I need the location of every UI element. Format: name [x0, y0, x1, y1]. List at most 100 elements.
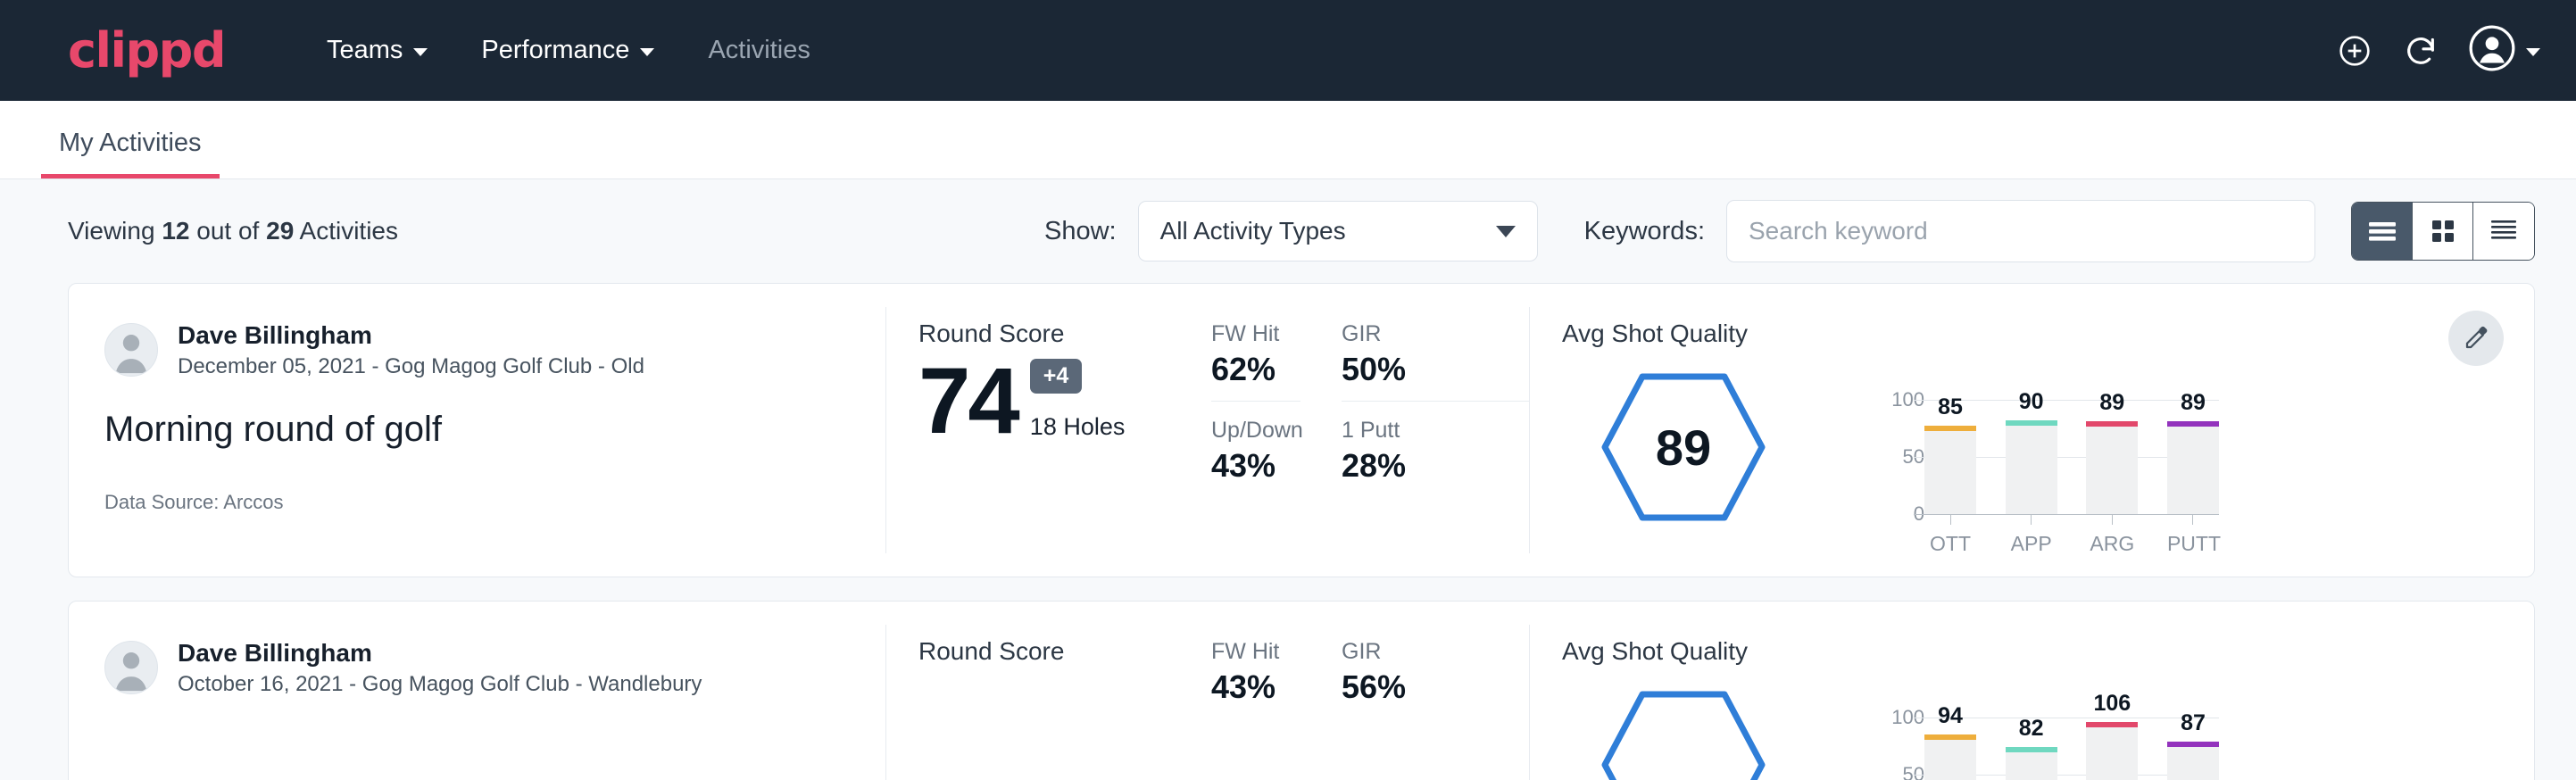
stat-fw-hit: FW Hit 62%	[1211, 319, 1300, 402]
nav-item-teams[interactable]: Teams	[300, 36, 454, 65]
bar-putt	[2167, 421, 2219, 514]
activity-meta: December 05, 2021 - Gog Magog Golf Club …	[178, 354, 644, 379]
player-header: Dave Billingham October 16, 2021 - Gog M…	[104, 637, 864, 697]
activity-type-select[interactable]: All Activity Types	[1138, 201, 1538, 261]
stat-label: FW Hit	[1211, 321, 1300, 347]
bar-cap	[2086, 722, 2138, 727]
player-identity: Dave Billingham December 05, 2021 - Gog …	[178, 319, 644, 379]
bar-column-app: 82	[2006, 718, 2057, 780]
stat-gir: GIR 56%	[1342, 637, 1529, 706]
chart-y-axis: 100 50 0	[1873, 718, 1924, 780]
chevron-down-icon	[1496, 226, 1516, 237]
stats-section: FW Hit 43% GIR 56%	[1199, 602, 1529, 780]
plus-circle-icon[interactable]	[2337, 33, 2372, 69]
data-source: Data Source: Arccos	[104, 491, 864, 514]
stat-gir: GIR 50%	[1342, 319, 1529, 402]
player-identity: Dave Billingham October 16, 2021 - Gog M…	[178, 637, 702, 697]
stat-value: 43%	[1211, 447, 1300, 485]
shot-quality-section: Avg Shot Quality 100 50 0	[1530, 602, 2534, 780]
holes-played: 18 Holes	[1030, 413, 1126, 441]
refresh-icon[interactable]	[2403, 33, 2439, 69]
nav-item-performance[interactable]: Performance	[454, 36, 681, 65]
shot-quality-value	[1601, 691, 1766, 780]
shot-quality-value: 89	[1601, 373, 1766, 521]
player-name: Dave Billingham	[178, 319, 644, 351]
stat-value: 62%	[1211, 351, 1300, 388]
account-menu[interactable]	[2469, 25, 2540, 76]
score-extras: +4 18 Holes	[1030, 359, 1126, 446]
round-score-value-group: 74 +4 18 Holes	[918, 357, 1199, 446]
activity-card[interactable]: Dave Billingham October 16, 2021 - Gog M…	[68, 601, 2535, 780]
bar-column-ott: 94	[1924, 718, 1976, 780]
bar-arg	[2086, 421, 2138, 514]
clippd-logo[interactable]: clippd	[68, 27, 225, 75]
account-avatar-icon	[2469, 25, 2515, 76]
avg-shot-quality-label: Avg Shot Quality	[1562, 637, 2534, 666]
filter-toolbar: Viewing 12 out of 29 Activities Show: Al…	[0, 179, 2576, 283]
view-mode-grid-button[interactable]	[2413, 203, 2473, 260]
activity-card[interactable]: Dave Billingham December 05, 2021 - Gog …	[68, 283, 2535, 577]
stats-grid: FW Hit 62% GIR 50% Up/Down 43% 1 Putt 28…	[1211, 319, 1529, 485]
x-tick-label: OTT	[1924, 532, 1976, 556]
bar-ott	[1924, 426, 1976, 514]
tab-label: My Activities	[59, 129, 202, 157]
x-tick-arg: ARG	[2086, 514, 2138, 556]
bar-value-label: 87	[2167, 710, 2219, 736]
bar-value-label: 94	[1924, 703, 1976, 729]
stat-one-putt: 1 Putt 28%	[1342, 416, 1529, 485]
bar-cap	[2167, 742, 2219, 747]
stat-label: GIR	[1342, 639, 1529, 665]
view-mode-list-button[interactable]	[2352, 203, 2413, 260]
view-mode-toggle	[2351, 202, 2535, 261]
chart-plot-area: 94 82 106 8	[1924, 718, 2219, 780]
viewing-count-text: Viewing 12 out of 29 Activities	[68, 217, 398, 245]
shot-quality-section: Avg Shot Quality 89 100 50 0	[1530, 284, 2534, 577]
bar-value-label: 89	[2167, 390, 2219, 416]
chart-x-axis: OTT APP ARG	[1924, 514, 2219, 556]
bar-cap	[2006, 420, 2057, 426]
x-tick-label: ARG	[2086, 532, 2138, 556]
y-tick-label: 50	[1903, 763, 1924, 780]
show-label: Show:	[1044, 217, 1117, 246]
bar-app	[2006, 747, 2057, 780]
bar-cap	[2086, 421, 2138, 427]
viewing-count: 12	[162, 217, 189, 245]
bar-column-ott: 85	[1924, 400, 1976, 514]
edit-activity-button[interactable]	[2448, 311, 2504, 366]
bar-ott	[1924, 734, 1976, 780]
stat-value: 50%	[1342, 351, 1529, 388]
navbar-actions	[2337, 25, 2540, 76]
bar-app	[2006, 420, 2057, 514]
search-input[interactable]	[1726, 200, 2315, 262]
viewing-prefix: Viewing	[68, 217, 155, 245]
chart-bars: 85 90 89 89	[1924, 400, 2219, 514]
stat-label: GIR	[1342, 321, 1529, 347]
top-navbar: clippd Teams Performance Activities	[0, 0, 2576, 101]
bar-value-label: 85	[1924, 394, 1976, 420]
viewing-suffix: Activities	[300, 217, 398, 245]
chart-plot-area: 85 90 89 89	[1924, 400, 2219, 514]
stat-up-down: Up/Down 43%	[1211, 416, 1300, 485]
tab-strip: My Activities	[0, 101, 2576, 179]
stat-value: 28%	[1342, 447, 1529, 485]
x-tick-label: APP	[2006, 532, 2057, 556]
bar-value-label: 82	[2006, 716, 2057, 742]
nav-item-activities[interactable]: Activities	[681, 36, 836, 65]
stats-section: FW Hit 62% GIR 50% Up/Down 43% 1 Putt 28…	[1199, 284, 1529, 577]
nav-item-label: Teams	[327, 36, 403, 65]
avatar	[104, 323, 158, 377]
tick-mark	[2192, 514, 2193, 525]
keywords-label: Keywords:	[1584, 217, 1705, 246]
round-score-section: Round Score	[886, 602, 1199, 780]
player-name: Dave Billingham	[178, 637, 702, 668]
tab-my-activities[interactable]: My Activities	[41, 130, 220, 178]
round-score-value: 74	[918, 357, 1018, 446]
filter-controls: Show: All Activity Types Keywords:	[1044, 200, 2535, 262]
player-header: Dave Billingham December 05, 2021 - Gog …	[104, 319, 864, 379]
shot-quality-bar-chart: 100 50 0 94	[1873, 698, 2219, 780]
shot-quality-hexagon: 89	[1601, 373, 1766, 521]
view-mode-compact-button[interactable]	[2473, 203, 2534, 260]
bar-column-arg: 89	[2086, 400, 2138, 514]
bar-cap	[2167, 421, 2219, 427]
bar-column-putt: 87	[2167, 718, 2219, 780]
